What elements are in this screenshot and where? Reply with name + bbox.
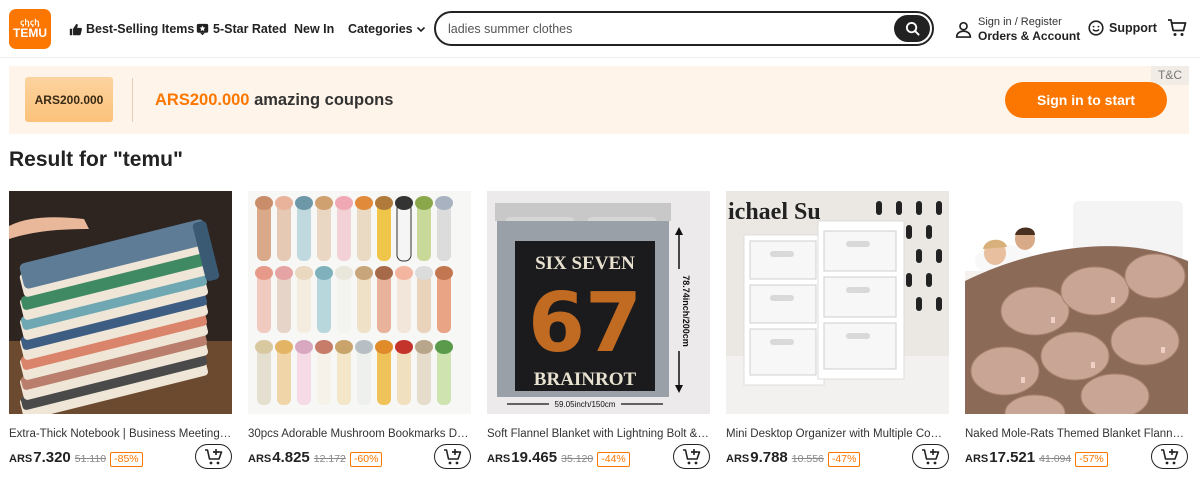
- price-row: ARS 4.825 12.172 -60%: [248, 449, 383, 467]
- add-to-cart-icon: [443, 448, 461, 464]
- add-to-cart-button[interactable]: [195, 444, 232, 469]
- mushroom-bookmarks-image: [248, 191, 471, 414]
- coupon-text: amazing coupons: [249, 91, 394, 109]
- price-currency: ARS: [487, 453, 511, 465]
- product-card[interactable]: Naked Mole-Rats Themed Blanket Flannel .…: [965, 191, 1188, 481]
- original-price: 10.556: [791, 453, 824, 465]
- coupon-amount: ARS200.000: [155, 91, 250, 109]
- add-to-cart-button[interactable]: [434, 444, 471, 469]
- product-image[interactable]: [248, 191, 471, 414]
- nav-best-selling-label: Best-Selling Items: [86, 22, 195, 36]
- search-bar: [434, 11, 934, 46]
- blanket-width-label: 59.05inch/150cm: [555, 400, 616, 409]
- cart-button[interactable]: [1167, 18, 1187, 43]
- product-name[interactable]: Extra-Thick Notebook | Business Meeting …: [9, 428, 232, 440]
- original-price: 35.120: [561, 453, 594, 465]
- terms-link[interactable]: T&C: [1151, 66, 1189, 85]
- coupon-message: ARS200.000 amazing coupons: [155, 91, 393, 110]
- product-card[interactable]: Extra-Thick Notebook | Business Meeting …: [9, 191, 232, 481]
- price-value: 4.825: [272, 449, 310, 466]
- discount-badge: -60%: [349, 452, 383, 467]
- coupon-ticket: ARS200.000: [25, 77, 113, 122]
- price-currency: ARS: [9, 453, 33, 465]
- nav-new-in-label: New In: [294, 22, 335, 36]
- blanket-title-bottom: BRAINROT: [534, 369, 637, 390]
- thumbs-up-icon: [69, 23, 82, 35]
- price-currency: ARS: [726, 453, 750, 465]
- search-input[interactable]: [448, 21, 868, 36]
- search-icon: [905, 21, 920, 36]
- support-link[interactable]: Support: [1088, 20, 1157, 36]
- discount-badge: -57%: [1075, 452, 1108, 467]
- results-title: Result for "temu": [9, 148, 183, 171]
- discount-badge: -47%: [827, 452, 861, 467]
- product-card[interactable]: ichael Su Mini Desktop Organizer with Mu…: [726, 191, 949, 481]
- add-to-cart-icon: [682, 448, 700, 464]
- price-row: ARS 19.465 35.120 -44%: [487, 449, 630, 467]
- nav-categories-label: Categories: [348, 22, 413, 36]
- product-image[interactable]: SIX SEVEN 67 BRAINROT 78.74inch/200cm 59…: [487, 191, 710, 414]
- user-icon: [955, 21, 972, 38]
- notebook-stack-image: [9, 191, 232, 414]
- product-card[interactable]: SIX SEVEN 67 BRAINROT 78.74inch/200cm 59…: [487, 191, 710, 481]
- temu-logo[interactable]: ꞔꞕꞔꞕ TEMU: [9, 9, 51, 49]
- nav-best-selling[interactable]: Best-Selling Items: [69, 20, 194, 38]
- price-currency: ARS: [248, 453, 272, 465]
- wall-poster-text: ichael Su: [728, 199, 821, 225]
- original-price: 12.172: [313, 453, 346, 465]
- product-name[interactable]: Mini Desktop Organizer with Multiple Com…: [726, 428, 949, 440]
- product-name[interactable]: Naked Mole-Rats Themed Blanket Flannel .…: [965, 428, 1188, 440]
- blanket-big-number: 67: [528, 276, 642, 371]
- logo-text: TEMU: [13, 26, 47, 40]
- product-image[interactable]: [9, 191, 232, 414]
- nav-new-in[interactable]: New In: [294, 20, 334, 38]
- product-name[interactable]: 30pcs Adorable Mushroom Bookmarks De...: [248, 428, 471, 440]
- blanket-title-top: SIX SEVEN: [535, 253, 635, 274]
- sign-in-register-label: Sign in / Register: [978, 16, 1062, 28]
- add-to-cart-icon: [921, 448, 939, 464]
- shopping-cart-icon: [1168, 19, 1187, 36]
- orders-account-label: Orders & Account: [978, 29, 1081, 43]
- chevron-down-icon: [416, 26, 425, 33]
- original-price: 41.094: [1039, 453, 1072, 465]
- nav-five-star-label: 5-Star Rated: [213, 22, 287, 36]
- add-to-cart-button[interactable]: [912, 444, 949, 469]
- price-value: 9.788: [750, 449, 788, 466]
- original-price: 51.110: [74, 453, 107, 465]
- price-row: ARS 17.521 41.094 -57%: [965, 449, 1108, 467]
- blanket-height-label: 78.74inch/200cm: [681, 275, 691, 347]
- price-value: 17.521: [989, 449, 1036, 466]
- price-value: 7.320: [33, 449, 71, 466]
- desktop-organizer-image: ichael Su: [726, 191, 949, 414]
- discount-badge: -85%: [110, 452, 143, 467]
- price-currency: ARS: [965, 453, 989, 465]
- product-card[interactable]: 30pcs Adorable Mushroom Bookmarks De... …: [248, 191, 471, 481]
- header: ꞔꞕꞔꞕ TEMU Best-Selling Items 5-Star Rate…: [0, 0, 1200, 58]
- star-badge-icon: [196, 23, 209, 35]
- nav-five-star[interactable]: 5-Star Rated: [196, 20, 287, 38]
- product-name[interactable]: Soft Flannel Blanket with Lightning Bolt…: [487, 428, 710, 440]
- price-row: ARS 7.320 51.110 -85%: [9, 449, 143, 467]
- add-to-cart-icon: [1160, 448, 1178, 464]
- discount-badge: -44%: [597, 452, 630, 467]
- banner-divider: [132, 78, 133, 122]
- nav-categories[interactable]: Categories: [348, 20, 426, 38]
- price-value: 19.465: [511, 449, 558, 466]
- product-image[interactable]: ichael Su: [726, 191, 949, 414]
- coupon-banner: ARS200.000 ARS200.000 amazing coupons T&…: [9, 66, 1189, 134]
- support-smile-icon: [1088, 20, 1104, 36]
- account-menu[interactable]: Sign in / Register Orders & Account: [955, 15, 1080, 43]
- mole-rat-blanket-image: [965, 191, 1188, 414]
- sign-in-to-start-button[interactable]: Sign in to start: [1005, 82, 1167, 118]
- price-row: ARS 9.788 10.556 -47%: [726, 449, 861, 467]
- brainrot-blanket-image: SIX SEVEN 67 BRAINROT 78.74inch/200cm 59…: [487, 191, 710, 414]
- product-image[interactable]: [965, 191, 1188, 414]
- support-label: Support: [1109, 21, 1157, 35]
- search-button[interactable]: [894, 15, 930, 42]
- add-to-cart-icon: [204, 448, 222, 464]
- add-to-cart-button[interactable]: [1151, 444, 1188, 469]
- add-to-cart-button[interactable]: [673, 444, 710, 469]
